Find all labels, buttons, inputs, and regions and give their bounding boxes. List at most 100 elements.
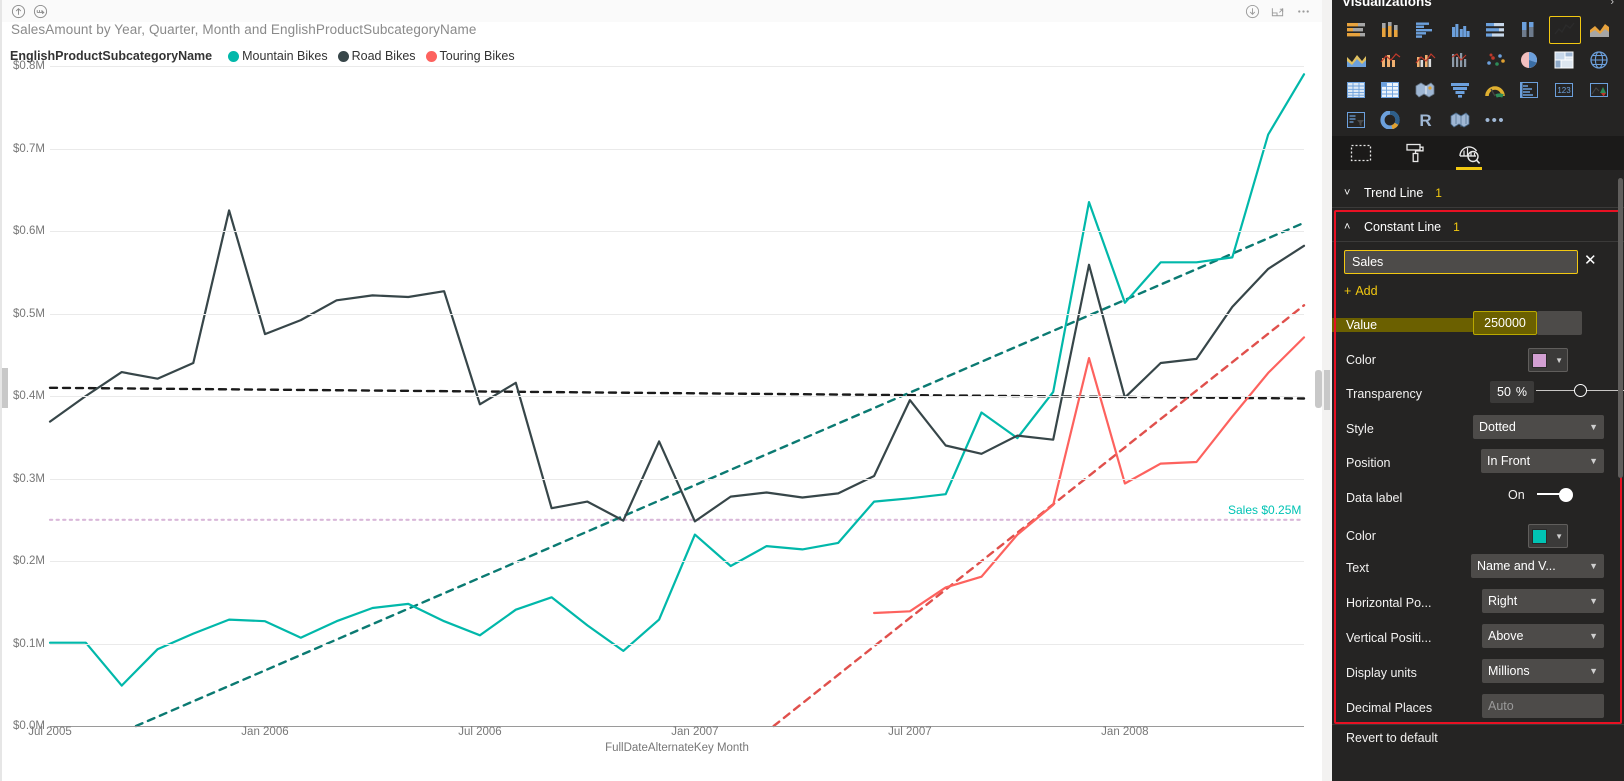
text-dropdown[interactable]: Name and V... ▼ [1471, 554, 1604, 578]
chevron-down-icon: ▼ [1589, 631, 1598, 641]
fields-tab[interactable] [1346, 138, 1376, 168]
multi-row-card-icon[interactable] [1514, 76, 1546, 104]
matrix-icon[interactable] [1375, 76, 1407, 104]
100-stacked-bar-chart-icon[interactable] [1479, 16, 1511, 44]
decimal-places-label: Decimal Places [1346, 701, 1433, 715]
x-axis-tick: Jul 2007 [888, 726, 932, 738]
slider-knob[interactable] [1574, 384, 1587, 397]
line-color-swatch [1532, 352, 1547, 368]
pane-divider-rule [1332, 724, 1624, 725]
y-axis-tick: $0.1M [13, 637, 45, 650]
clustered-bar-chart-icon[interactable] [1410, 16, 1442, 44]
label-color-swatch [1532, 528, 1547, 544]
treemap-icon[interactable] [1549, 46, 1581, 74]
constant-line-name-input[interactable]: Sales [1344, 250, 1578, 274]
clustered-column-chart-icon[interactable] [1444, 16, 1476, 44]
map-icon[interactable] [1583, 46, 1615, 74]
value-input[interactable]: 250000 [1473, 311, 1537, 335]
format-tab[interactable] [1400, 138, 1430, 168]
filled-map-icon[interactable] [1410, 76, 1442, 104]
series-line-mountain-bikes [48, 73, 1306, 687]
style-dropdown[interactable]: Dotted ▼ [1473, 415, 1604, 439]
close-icon[interactable]: ✕ [1584, 253, 1597, 268]
horizontal-position-dropdown[interactable]: Right ▼ [1482, 589, 1604, 613]
stacked-column-chart-icon[interactable] [1375, 16, 1407, 44]
legend-item-mountain-bikes[interactable]: Mountain Bikes [228, 49, 328, 63]
slicer-icon[interactable] [1340, 106, 1372, 134]
chevron-right-icon[interactable]: › [1610, 0, 1614, 8]
transparency-input[interactable]: 50 % [1490, 381, 1535, 403]
text-value: Name and V... [1477, 559, 1556, 573]
line-chart-icon[interactable] [1548, 16, 1581, 44]
transparency-value: 50 [1497, 385, 1511, 399]
revert-to-default-button[interactable]: Revert to default [1346, 731, 1438, 745]
gridline [50, 396, 1304, 397]
scatter-chart-icon[interactable] [1479, 46, 1511, 74]
chart-legend: EnglishProductSubcategoryName Mountain B… [10, 49, 525, 63]
gridline [50, 313, 1304, 315]
line-and-stacked-column-chart-icon[interactable] [1375, 46, 1407, 74]
trend-line-section-header[interactable]: ˅ Trend Line 1 [1332, 178, 1624, 208]
label-color-picker[interactable]: ▼ [1528, 524, 1568, 548]
add-constant-line-button[interactable]: + Add [1344, 284, 1378, 298]
focus-mode-icon[interactable] [11, 4, 26, 19]
line-color-picker[interactable]: ▼ [1528, 348, 1568, 372]
pane-tab-strip [1332, 136, 1624, 170]
property-row-line-color: Color [1332, 343, 1624, 377]
canvas-vertical-scrollbar[interactable] [1315, 370, 1322, 408]
card-icon[interactable]: 123 [1549, 76, 1581, 104]
100-stacked-column-chart-icon[interactable] [1514, 16, 1546, 44]
focus-expand-icon[interactable] [1270, 4, 1285, 19]
legend-dot-touring-bikes [425, 50, 437, 62]
trend-line-count: 1 [1435, 185, 1442, 200]
more-options-icon[interactable] [1296, 4, 1311, 19]
value-input-spacer[interactable] [1537, 311, 1582, 335]
donut-chart-icon[interactable] [1375, 106, 1407, 134]
gauge-icon[interactable] [1479, 76, 1511, 104]
drill-mode-icon[interactable] [33, 4, 48, 19]
legend-item-road-bikes[interactable]: Road Bikes [337, 49, 416, 63]
more-visuals-icon[interactable]: ••• [1479, 106, 1511, 134]
line-and-clustered-column-chart-icon[interactable] [1410, 46, 1442, 74]
vertical-position-dropdown[interactable]: Above ▼ [1482, 624, 1604, 648]
legend-label-touring-bikes: Touring Bikes [439, 49, 515, 63]
constant-line-count: 1 [1453, 219, 1460, 234]
r-script-visual-icon[interactable]: R [1410, 106, 1442, 134]
stacked-bar-chart-icon[interactable] [1340, 16, 1372, 44]
export-data-icon[interactable] [1245, 4, 1260, 19]
azure-map-icon[interactable] [1444, 106, 1476, 134]
data-label-toggle[interactable] [1537, 488, 1573, 502]
display-units-dropdown[interactable]: Millions ▼ [1482, 659, 1604, 683]
chevron-down-icon: ▼ [1589, 422, 1598, 432]
x-axis-tick: Jan 2006 [241, 726, 289, 738]
transparency-slider[interactable] [1536, 384, 1624, 398]
position-value: In Front [1487, 454, 1531, 468]
pane-splitter-handle[interactable] [1324, 370, 1330, 410]
gridlines-and-series [48, 66, 1306, 728]
pane-divider [1322, 0, 1332, 781]
chevron-down-icon: ▼ [1555, 355, 1563, 365]
funnel-icon[interactable] [1444, 76, 1476, 104]
x-axis-title: FullDateAlternateKey Month [605, 742, 749, 754]
x-axis-tick: Jul 2005 [28, 726, 72, 738]
x-axis-tick: Jul 2006 [458, 726, 502, 738]
series-line-road-bikes [48, 209, 1306, 523]
line-color-label: Color [1346, 353, 1376, 367]
y-axis-tick: $0.6M [13, 225, 45, 237]
kpi-icon[interactable] [1583, 76, 1615, 104]
y-axis-tick: $0.3M [13, 472, 45, 485]
decimal-places-input[interactable]: Auto [1482, 694, 1604, 718]
area-chart-icon[interactable] [1583, 16, 1615, 44]
pane-vertical-scrollbar[interactable] [1618, 178, 1623, 478]
position-dropdown[interactable]: In Front ▼ [1481, 449, 1604, 473]
canvas-left-scroll-nub[interactable] [2, 368, 8, 408]
x-axis-tick: Jan 2008 [1101, 726, 1149, 738]
stacked-area-chart-icon[interactable] [1340, 46, 1372, 74]
horizontal-position-label: Horizontal Po... [1346, 596, 1432, 610]
table-icon[interactable] [1340, 76, 1372, 104]
constant-line-section-header[interactable]: ˄ Constant Line 1 [1332, 212, 1624, 242]
legend-item-touring-bikes[interactable]: Touring Bikes [425, 49, 515, 63]
ribbon-chart-icon[interactable] [1444, 46, 1476, 74]
pie-chart-icon[interactable] [1514, 46, 1546, 74]
analytics-tab[interactable] [1454, 138, 1484, 170]
